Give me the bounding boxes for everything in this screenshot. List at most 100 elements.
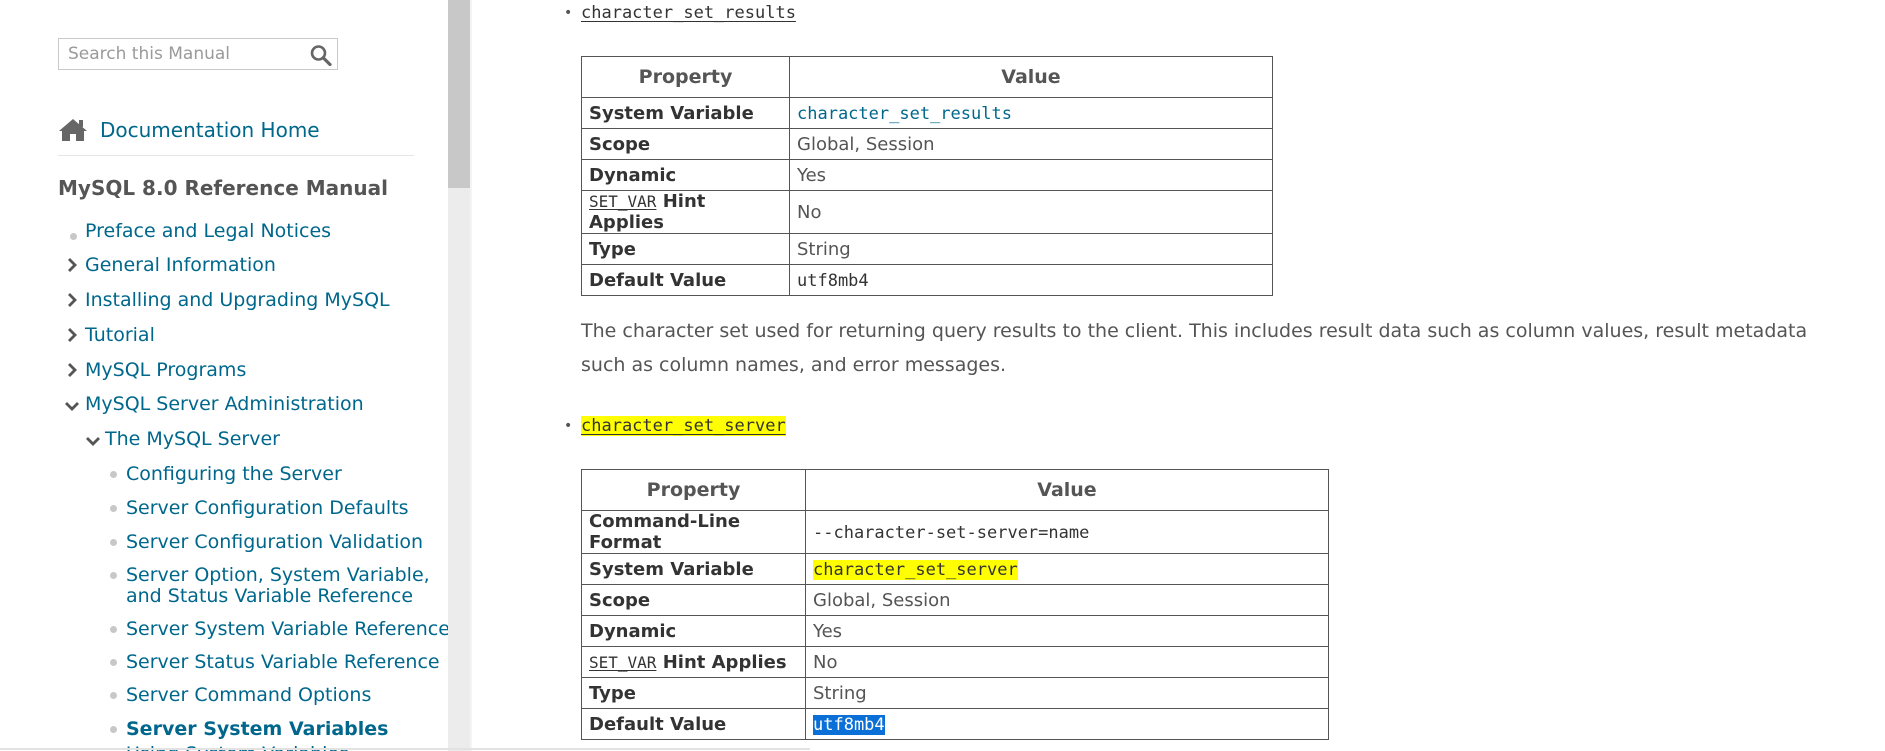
chevron-right-icon[interactable] [67,363,77,377]
documentation-home-link[interactable]: Documentation Home [58,115,320,145]
bullet-icon [110,692,117,699]
search-input[interactable] [59,39,308,69]
table-row: System Variable character_set_results [581,97,1273,129]
property-value: Global, Session [805,584,1329,616]
chevron-down-icon[interactable] [86,436,100,446]
property-value: Yes [805,615,1329,647]
bullet-icon [110,726,117,733]
table-row: Dynamic Yes [581,615,1329,647]
search-button[interactable] [309,44,333,67]
property-name: Type [581,233,790,265]
table-row: SET_VAR Hint Applies No [581,646,1329,678]
table-header-row: Property Value [581,56,1273,98]
table-row: SET_VAR Hint Applies No [581,190,1273,234]
set-var-link[interactable]: SET_VAR [589,192,656,211]
table-row: Default Value utf8mb4 [581,708,1329,740]
property-value: character_set_server [805,553,1329,585]
property-value: No [789,190,1273,234]
sidebar-scrollbar-thumb[interactable] [448,0,470,188]
manual-title: MySQL 8.0 Reference Manual [58,176,388,200]
home-icon [59,119,87,141]
search-icon [310,45,332,67]
default-value-selected[interactable]: utf8mb4 [813,714,885,735]
nav-option-variable-reference[interactable]: Server Option, System Variable, [126,564,430,587]
property-name: System Variable [581,553,806,585]
nav-mysql-server[interactable]: The MySQL Server [105,428,280,451]
column-header: Value [805,469,1329,511]
table-row: Dynamic Yes [581,159,1273,191]
command-line-format: --character-set-server=name [813,522,1090,543]
property-name: Default Value [581,708,806,740]
property-value: String [805,677,1329,709]
bullet-icon [110,626,117,633]
property-name: Dynamic [581,159,790,191]
nav-system-variables-current[interactable]: Server System Variables [126,718,388,741]
property-name: Type [581,677,806,709]
hint-applies-label: Hint Applies [656,651,787,673]
variable-title[interactable]: character_set_results [581,3,796,23]
chevron-down-icon[interactable] [65,401,79,411]
property-name: Dynamic [581,615,806,647]
system-variable-link[interactable]: character_set_results [797,104,1012,124]
property-value: --character-set-server=name [805,510,1329,554]
nav-general-information[interactable]: General Information [85,254,276,277]
table-row: Type String [581,233,1273,265]
nav-config-validation[interactable]: Server Configuration Validation [126,531,423,554]
property-value: character_set_results [789,97,1273,129]
table-header-row: Property Value [581,469,1329,511]
variable-title-highlighted[interactable]: character_set_server [581,416,786,436]
property-value: Global, Session [789,128,1273,160]
table-row: System Variable character_set_server [581,553,1329,585]
nav-mysql-programs[interactable]: MySQL Programs [85,359,246,382]
column-header: Property [581,56,790,98]
bullet-icon [70,233,77,240]
nav-status-variable-reference[interactable]: Server Status Variable Reference [126,651,440,674]
nav-config-defaults[interactable]: Server Configuration Defaults [126,497,409,520]
property-name: SET_VAR Hint Applies [581,190,790,234]
table-row: Default Value utf8mb4 [581,264,1273,296]
property-name: Default Value [581,264,790,296]
property-value: utf8mb4 [805,708,1329,740]
property-value: String [789,233,1273,265]
property-name: Scope [581,584,806,616]
divider [58,155,414,156]
property-name: Scope [581,128,790,160]
property-name: Command-Line Format [581,510,806,554]
bullet-icon [110,505,117,512]
nav-server-administration[interactable]: MySQL Server Administration [85,393,364,416]
nav-option-variable-reference-line2[interactable]: and Status Variable Reference [126,585,413,608]
property-name: SET_VAR Hint Applies [581,646,806,678]
nav-preface[interactable]: Preface and Legal Notices [85,220,331,243]
list-bullet: • [564,5,573,21]
footer-divider [0,748,810,750]
chevron-right-icon[interactable] [67,293,77,307]
search-box [58,38,338,70]
chevron-right-icon[interactable] [67,258,77,272]
default-value: utf8mb4 [797,270,869,291]
nav-installing-upgrading[interactable]: Installing and Upgrading MySQL [85,289,390,312]
chevron-right-icon[interactable] [67,328,77,342]
nav-system-variable-reference[interactable]: Server System Variable Reference [126,618,450,641]
nav-command-options[interactable]: Server Command Options [126,684,371,707]
bullet-icon [110,572,117,579]
column-header: Property [581,469,806,511]
set-var-link[interactable]: SET_VAR [589,653,656,672]
variable-description: The character set used for returning que… [581,320,1808,376]
nav-configuring-server[interactable]: Configuring the Server [126,463,342,486]
documentation-home-label: Documentation Home [100,118,320,142]
property-value: Yes [789,159,1273,191]
table-row: Command-Line Format --character-set-serv… [581,510,1329,554]
bullet-icon [110,471,117,478]
property-table: Property Value System Variable character… [581,56,1273,296]
sidebar: Documentation Home MySQL 8.0 Reference M… [0,0,450,751]
property-table: Property Value Command-Line Format --cha… [581,469,1329,740]
column-header: Value [789,56,1273,98]
property-value: utf8mb4 [789,264,1273,296]
bullet-icon [110,659,117,666]
scrollbar-gutter [470,0,472,751]
table-row: Scope Global, Session [581,128,1273,160]
table-row: Scope Global, Session [581,584,1329,616]
table-row: Type String [581,677,1329,709]
system-variable-highlighted: character_set_server [813,559,1018,580]
nav-tutorial[interactable]: Tutorial [85,324,155,347]
